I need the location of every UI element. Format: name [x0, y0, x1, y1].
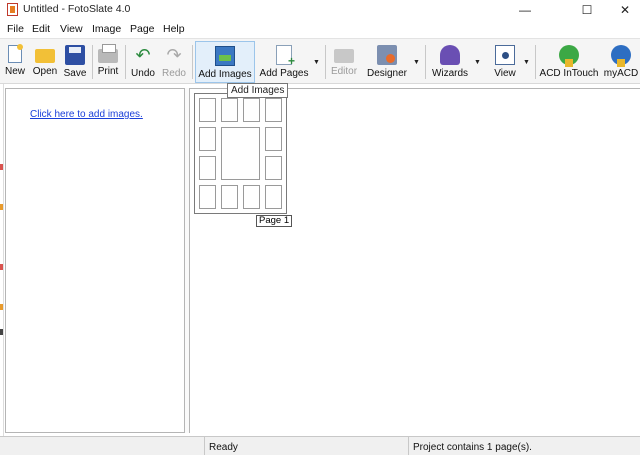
redo-icon: ↷: [166, 45, 182, 65]
page-thumbnail[interactable]: [194, 93, 287, 214]
image-slot[interactable]: [221, 185, 238, 209]
image-tray-pane: Click here to add images.: [5, 88, 185, 433]
toolbar: New Open Save Print ↶ Undo ↷ Redo Add Im…: [0, 38, 640, 84]
status-project-count: Project contains 1 page(s).: [413, 442, 532, 453]
image-slot[interactable]: [265, 185, 282, 209]
view-button[interactable]: View: [490, 41, 520, 83]
edge-mark: [0, 329, 3, 335]
add-images-link[interactable]: Click here to add images.: [30, 109, 143, 120]
minimize-button[interactable]: —: [502, 0, 548, 20]
new-label: New: [4, 66, 25, 77]
edge-mark: [0, 264, 3, 270]
page-canvas: Page 1: [189, 88, 640, 433]
status-segment: Project contains 1 page(s).: [408, 437, 640, 455]
status-bar: Ready Project contains 1 page(s).: [0, 436, 640, 455]
open-button[interactable]: Open: [31, 41, 59, 83]
edge-mark: [0, 204, 3, 210]
menu-image[interactable]: Image: [92, 23, 121, 35]
image-slot-large[interactable]: [221, 127, 260, 180]
add-pages-label: Add Pages: [259, 68, 309, 79]
undo-button[interactable]: ↶ Undo: [129, 41, 157, 83]
editor-label: Editor: [330, 66, 358, 77]
myacd-label: myACD: [603, 68, 639, 79]
toolbar-separator: [325, 45, 326, 79]
print-button[interactable]: Print: [95, 41, 121, 83]
menu-edit[interactable]: Edit: [32, 23, 50, 35]
designer-label: Designer: [366, 68, 408, 79]
printer-icon: [98, 44, 118, 63]
floppy-disk-icon: [65, 45, 85, 65]
image-slot[interactable]: [243, 185, 260, 209]
menu-page[interactable]: Page: [130, 23, 155, 35]
wizards-label: Wizards: [431, 68, 469, 79]
menu-bar: File Edit View Image Page Help: [0, 20, 640, 38]
image-slot[interactable]: [265, 127, 282, 151]
view-icon: [495, 45, 515, 65]
wizards-button[interactable]: Wizards: [430, 41, 470, 83]
image-slot[interactable]: [265, 98, 282, 122]
print-label: Print: [97, 66, 119, 77]
image-slot[interactable]: [221, 98, 238, 122]
undo-icon: ↶: [135, 45, 151, 65]
status-segment: Ready: [204, 437, 408, 455]
add-images-label: Add Images: [198, 69, 252, 80]
image-slot[interactable]: [199, 185, 216, 209]
edge-mark: [0, 304, 3, 310]
add-images-tooltip: Add Images: [227, 83, 289, 98]
add-pages-icon: [276, 45, 295, 68]
title-bar: Untitled - FotoSlate 4.0 — ☐ ✕: [0, 0, 640, 20]
image-slot[interactable]: [199, 156, 216, 180]
image-slot[interactable]: [265, 156, 282, 180]
designer-dropdown-icon[interactable]: ▼: [413, 59, 420, 66]
status-ready: Ready: [209, 442, 238, 453]
redo-label: Redo: [162, 68, 186, 79]
view-dropdown-icon[interactable]: ▼: [523, 59, 530, 66]
toolbar-separator: [92, 45, 93, 79]
window-title: Untitled - FotoSlate 4.0: [23, 3, 131, 15]
wizard-icon: [440, 45, 460, 65]
page-label: Page 1: [256, 215, 293, 227]
new-button[interactable]: New: [2, 41, 28, 83]
myacd-icon: [611, 45, 631, 67]
toolbar-separator: [125, 45, 126, 79]
add-images-button[interactable]: Add Images: [195, 41, 255, 83]
editor-button[interactable]: Editor: [328, 41, 360, 83]
maximize-button[interactable]: ☐: [564, 0, 610, 20]
image-slot[interactable]: [243, 98, 260, 122]
close-button[interactable]: ✕: [610, 0, 640, 20]
add-images-icon: [215, 46, 235, 66]
save-label: Save: [63, 68, 87, 79]
designer-button[interactable]: Designer: [364, 41, 410, 83]
wizards-dropdown-icon[interactable]: ▼: [474, 59, 481, 66]
app-logo-icon: [7, 3, 18, 16]
toolbar-separator: [425, 45, 426, 79]
open-folder-icon: [35, 49, 55, 63]
acd-intouch-label: ACD InTouch: [539, 68, 599, 79]
edge-mark: [0, 164, 3, 170]
acd-intouch-button[interactable]: ACD InTouch: [539, 41, 599, 83]
editor-icon: [334, 49, 354, 63]
add-pages-dropdown-icon[interactable]: ▼: [313, 59, 320, 66]
save-button[interactable]: Save: [62, 41, 88, 83]
image-slot[interactable]: [199, 127, 216, 151]
menu-file[interactable]: File: [7, 23, 24, 35]
toolbar-separator: [192, 45, 193, 79]
view-label: View: [494, 68, 516, 79]
new-icon: [8, 44, 23, 63]
undo-label: Undo: [131, 68, 155, 79]
myacd-button[interactable]: myACD: [603, 41, 639, 83]
acd-intouch-icon: [559, 45, 579, 67]
add-pages-button[interactable]: Add Pages: [258, 41, 310, 83]
redo-button[interactable]: ↷ Redo: [160, 41, 188, 83]
open-label: Open: [32, 66, 58, 77]
image-slot[interactable]: [199, 98, 216, 122]
designer-icon: [377, 45, 397, 65]
menu-view[interactable]: View: [60, 23, 83, 35]
menu-help[interactable]: Help: [163, 23, 185, 35]
toolbar-separator: [535, 45, 536, 79]
left-edge-strip: [0, 84, 4, 436]
